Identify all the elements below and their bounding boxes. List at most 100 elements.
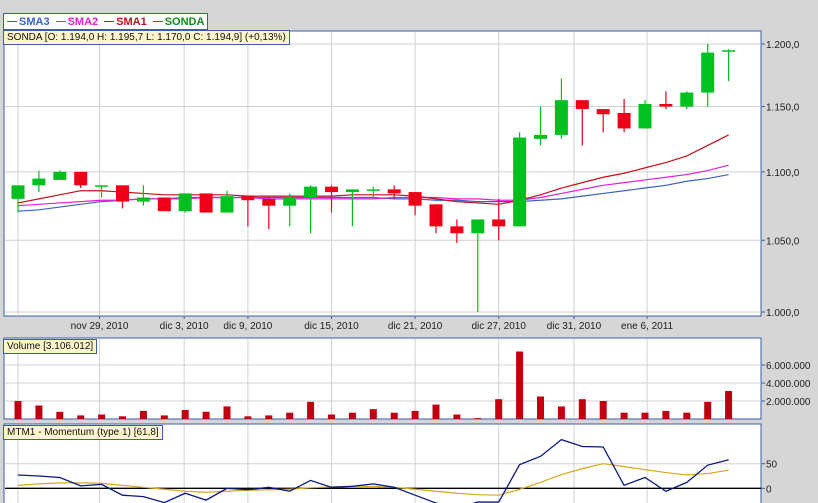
legend-label: SMA3: [19, 15, 50, 28]
candle-body: [471, 219, 485, 234]
legend-item-sonda[interactable]: SONDA: [152, 15, 205, 28]
candle-body: [534, 134, 547, 139]
candle[interactable]: [53, 170, 67, 180]
x-axis-tick-label: dic 15, 2010: [304, 321, 359, 332]
candle-body: [304, 186, 318, 198]
candle-body: [513, 137, 527, 227]
candle-body: [241, 196, 255, 201]
volume-bar: [411, 410, 419, 419]
x-axis-tick-label: dic 31, 2010: [547, 321, 602, 332]
volume-bar: [348, 412, 356, 419]
candle-body: [701, 52, 715, 93]
volume-bar: [683, 412, 691, 419]
legend-label: SMA2: [67, 15, 99, 28]
volume-bar: [432, 404, 440, 419]
volume-bar: [578, 399, 586, 419]
legend-label: SONDA: [164, 15, 205, 28]
volume-bar: [35, 405, 43, 419]
candle[interactable]: [680, 91, 694, 110]
candle-body: [617, 112, 631, 129]
candle[interactable]: [178, 193, 192, 213]
candle-body: [429, 204, 443, 227]
volume-bar: [725, 391, 733, 419]
candle-body: [638, 103, 652, 129]
volume-bar: [662, 410, 670, 419]
volume-bar: [369, 409, 377, 419]
candle-body: [554, 100, 568, 135]
x-axis-tick-label: dic 3, 2010: [160, 321, 209, 332]
candle-body: [157, 197, 171, 212]
volume-bar: [14, 401, 22, 419]
volume-bar: [537, 396, 544, 419]
candle[interactable]: [157, 197, 171, 212]
price-axis-label: 1.000,0: [766, 308, 800, 319]
price-info-label: SONDA [O: 1.194,0 H: 1.195,7 L: 1.170,0 …: [3, 30, 290, 45]
candle-body: [492, 219, 506, 227]
volume-bar: [453, 414, 461, 419]
volume-bar: [620, 412, 628, 419]
candle-body: [220, 196, 234, 213]
sma3-line-swatch: [7, 21, 17, 22]
volume-bar: [599, 401, 607, 419]
volume-bar: [160, 415, 168, 419]
volume-bar: [704, 401, 712, 419]
volume-bar: [516, 351, 524, 419]
volume-bar: [328, 414, 335, 419]
volume-bar: [390, 412, 398, 419]
volume-bar: [307, 401, 315, 419]
legend-item-sma1[interactable]: SMA1: [104, 16, 147, 28]
candle-body: [450, 226, 464, 234]
candle-body: [262, 198, 276, 206]
price-axis-label: 1.150,0: [766, 103, 800, 114]
candle-body: [199, 193, 213, 213]
candle-body: [32, 178, 46, 186]
candle-body: [596, 109, 610, 115]
price-axis-label: 1.050,0: [766, 236, 800, 247]
sonda-line-swatch: [152, 21, 163, 22]
volume-bar: [474, 418, 482, 419]
volume-axis-label: 6.000.000: [766, 361, 811, 372]
price-axis-label: 1.200,0: [766, 40, 800, 51]
candle-body: [345, 189, 359, 193]
volume-bar: [244, 416, 252, 419]
x-axis-tick-label: nov 29, 2010: [71, 321, 129, 332]
volume-bar: [286, 412, 294, 419]
sma1-line-swatch: [104, 21, 115, 22]
x-axis-tick-label: dic 27, 2010: [471, 321, 526, 332]
x-axis-tick-label: dic 21, 2010: [388, 321, 443, 332]
candle[interactable]: [513, 132, 527, 227]
candle-body: [116, 185, 129, 202]
volume-bar: [98, 414, 106, 419]
volume-axis-label: 2.000.000: [766, 397, 811, 408]
volume-bar: [495, 399, 503, 419]
volume-bar: [77, 415, 85, 419]
momentum-axis-label: 0: [766, 484, 772, 495]
legend-item-sma3[interactable]: SMA3: [7, 16, 50, 28]
candle-body: [366, 189, 380, 191]
volume-info-label: Volume [3.106.012]: [3, 339, 98, 354]
x-axis-tick-label: ene 6, 2011: [621, 321, 674, 332]
candle[interactable]: [199, 193, 213, 213]
sma2-line-swatch: [55, 21, 66, 22]
momentum-axis-label: 50: [766, 460, 778, 471]
candle[interactable]: [638, 100, 652, 129]
legend-label: SMA1: [116, 15, 147, 28]
candle-body: [178, 193, 192, 212]
candle-body: [95, 185, 109, 187]
candle-body: [575, 100, 589, 110]
legend-item-sma2[interactable]: SMA2: [55, 15, 99, 28]
candle-body: [283, 197, 297, 206]
candle-body: [408, 192, 422, 206]
candle-body: [387, 189, 401, 194]
volume-bar: [119, 416, 126, 419]
candle-body: [722, 50, 736, 52]
volume-bar: [265, 415, 273, 419]
momentum-info-label: MTM1 - Momentum (type 1) [61,8]: [3, 425, 163, 440]
price-axis-label: 1.100,0: [766, 168, 800, 179]
x-axis-tick-label: dic 9, 2010: [223, 321, 272, 332]
chart-legend: SMA3 SMA2 SMA1 SONDA: [3, 13, 209, 30]
volume-bar: [139, 410, 147, 419]
volume-bar: [557, 406, 565, 419]
candle-body: [659, 103, 673, 107]
candle-body: [680, 92, 694, 107]
